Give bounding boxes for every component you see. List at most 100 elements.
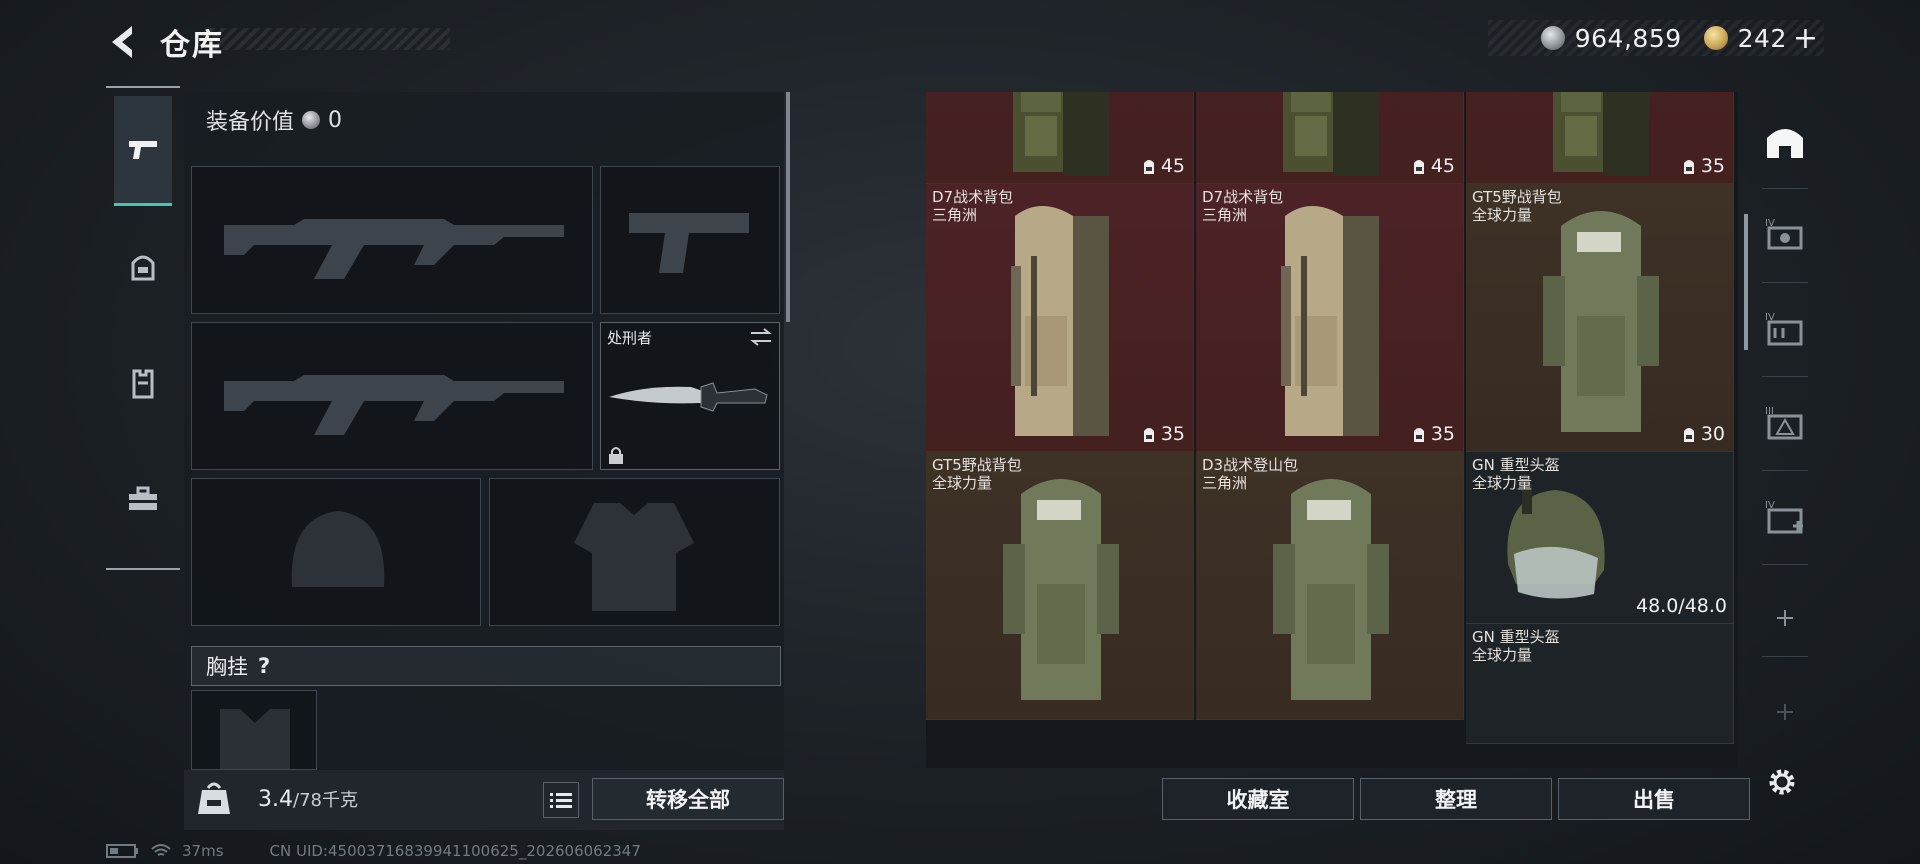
weight-current: 3.4 xyxy=(258,787,293,812)
armor-slot[interactable] xyxy=(489,478,780,626)
backpack-capacity-icon xyxy=(1143,428,1154,442)
helmet-slot[interactable] xyxy=(191,478,481,626)
stash-item[interactable]: GN 重型头盔 全球力量 48.0/48.0 xyxy=(1466,452,1734,624)
battery-icon xyxy=(106,844,138,858)
stash-item[interactable]: 45 xyxy=(926,92,1194,184)
gold-currency-amount: 242 xyxy=(1737,23,1787,53)
chest-rig-slot[interactable] xyxy=(191,690,317,770)
sell-button[interactable]: 出售 xyxy=(1558,778,1750,820)
backpack-capacity-icon xyxy=(1683,428,1694,442)
currency-bar: 964,859 242 + xyxy=(1488,20,1824,56)
pistol-icon xyxy=(129,140,157,159)
item-faction: 全球力量 xyxy=(1472,646,1533,664)
medical-box-icon: IV xyxy=(1765,500,1803,534)
primary-weapon-slot[interactable] xyxy=(191,166,593,314)
backpack-icon xyxy=(1543,211,1659,432)
item-capacity-value: 45 xyxy=(1160,155,1185,177)
page-title: 仓库 xyxy=(160,28,224,63)
list-view-button[interactable] xyxy=(543,782,579,818)
item-title: GT5野战背包 xyxy=(1472,188,1562,206)
item-title: GT5野战背包 xyxy=(932,456,1022,474)
item-faction: 三角洲 xyxy=(932,206,978,224)
item-name: GN 重型头盔 全球力量 xyxy=(1472,628,1560,664)
item-capacity-value: 35 xyxy=(1700,155,1725,177)
item-name: D3战术登山包 三角洲 xyxy=(1202,456,1298,492)
swap-icon[interactable] xyxy=(749,327,773,347)
uid-text: CN UID:45003716839941100625_202606062347 xyxy=(269,842,641,860)
wifi-icon xyxy=(151,844,171,856)
helmet-silhouette-icon xyxy=(291,511,385,587)
list-icon xyxy=(550,793,572,808)
weight-readout: 3.4/78千克 xyxy=(258,786,358,812)
stash-item[interactable]: D7战术背包 三角洲 35 xyxy=(1196,184,1464,452)
ping-text: 37ms xyxy=(182,842,224,860)
secondary-weapon-slot[interactable] xyxy=(600,166,780,314)
armor-vest-icon xyxy=(132,369,154,399)
item-faction: 全球力量 xyxy=(932,474,993,492)
tab-stash-4c[interactable]: IV xyxy=(1758,480,1812,552)
backpack-capacity-icon xyxy=(1413,160,1424,174)
tab-stash-3[interactable]: III xyxy=(1758,386,1812,458)
sort-button[interactable]: 整理 xyxy=(1360,778,1552,820)
collection-room-button[interactable]: 收藏室 xyxy=(1162,778,1354,820)
grid-edge xyxy=(1736,92,1738,768)
tab-storage[interactable] xyxy=(114,444,172,554)
item-title: D3战术登山包 xyxy=(1202,456,1299,474)
add-currency-button[interactable]: + xyxy=(1793,21,1818,56)
weight-max: /78千克 xyxy=(293,790,358,811)
stash-item[interactable]: GT5野战背包 全球力量 30 xyxy=(1466,184,1734,452)
equipment-scrollbar[interactable] xyxy=(786,92,790,322)
stash-item[interactable]: 45 xyxy=(1196,92,1464,184)
item-capacity-value: 30 xyxy=(1700,423,1725,445)
back-button[interactable] xyxy=(104,22,148,62)
item-faction: 三角洲 xyxy=(1202,474,1248,492)
equipment-value-amount: 0 xyxy=(328,107,343,133)
stash-item[interactable]: GN 重型头盔 全球力量 xyxy=(1466,624,1734,744)
tab-armor[interactable] xyxy=(114,328,172,438)
item-durability: 48.0/48.0 xyxy=(1635,595,1727,617)
stash-scrollbar[interactable] xyxy=(1744,214,1748,350)
stash-item[interactable]: 35 xyxy=(1466,92,1734,184)
tab-stash-4[interactable]: IV xyxy=(1758,198,1812,270)
backpack-capacity-icon xyxy=(1143,160,1154,174)
add-stash-tab-button-2[interactable] xyxy=(1758,676,1812,748)
rifle-silhouette-icon xyxy=(224,219,564,279)
silver-coin-icon xyxy=(1540,26,1565,50)
item-title: GN 重型头盔 xyxy=(1472,628,1560,646)
silver-currency-amount: 964,859 xyxy=(1574,23,1682,53)
item-title: D7战术背包 xyxy=(1202,188,1284,206)
primary-weapon-slot-2[interactable] xyxy=(191,322,593,470)
item-name: D7战术背包 三角洲 xyxy=(932,188,1013,224)
settings-gear-icon[interactable] xyxy=(1764,764,1800,800)
transfer-all-button[interactable]: 转移全部 xyxy=(592,778,784,820)
back-arrow-icon xyxy=(112,26,132,58)
stash-grid: 45 45 35 D7战术背包 三角洲 35 D7战术背包 三角洲 35 GT5野战背包 全球力量 3… xyxy=(926,92,1738,768)
stash-item[interactable]: D7战术背包 三角洲 35 xyxy=(926,184,1194,452)
add-stash-tab-button[interactable] xyxy=(1758,582,1812,654)
stash-item[interactable]: GT5野战背包 全球力量 xyxy=(926,452,1194,720)
melee-slot[interactable]: 处刑者 xyxy=(600,322,780,470)
plus-icon xyxy=(1777,704,1793,720)
item-name: GT5野战背包 全球力量 xyxy=(932,456,1022,492)
item-faction: 全球力量 xyxy=(1472,474,1533,492)
tab-helmet[interactable] xyxy=(114,212,172,322)
item-capacity: 45 xyxy=(1411,155,1455,177)
silver-coin-icon xyxy=(302,111,321,129)
chest-rig-header: 胸挂 ? xyxy=(191,646,781,686)
tab-stash-4b[interactable]: IV xyxy=(1758,292,1812,364)
item-title: D7战术背包 xyxy=(932,188,1014,206)
tab-all-stash[interactable] xyxy=(1758,106,1812,178)
storage-box-icon: IV xyxy=(1765,218,1803,250)
backpack-capacity-icon xyxy=(1683,160,1694,174)
item-name: GN 重型头盔 全球力量 xyxy=(1472,456,1560,492)
help-icon[interactable]: ? xyxy=(258,654,270,678)
stash-side-tabs: IV IV III IV xyxy=(1758,92,1812,752)
item-capacity-value: 35 xyxy=(1160,423,1185,445)
helmet-icon xyxy=(131,255,155,281)
stash-item[interactable]: D3战术登山包 三角洲 xyxy=(1196,452,1464,720)
tab-weapons[interactable] xyxy=(114,96,172,206)
equipment-value: 装备价值 0 xyxy=(206,104,342,136)
backpack-icon xyxy=(1011,206,1109,436)
gold-coin-icon xyxy=(1703,26,1728,50)
equipment-value-label: 装备价值 xyxy=(206,110,295,135)
